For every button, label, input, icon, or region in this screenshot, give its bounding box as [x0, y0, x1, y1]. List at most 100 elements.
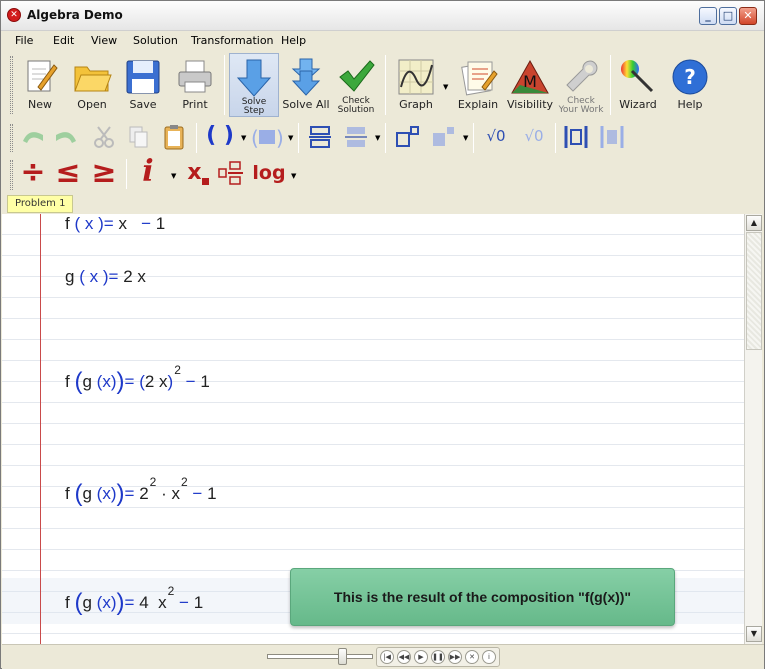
minimize-button[interactable]: _ — [699, 7, 717, 25]
equation-composition-result[interactable]: f (g (x))= 4 x2 − 1 — [65, 584, 203, 617]
log-button[interactable]: log — [250, 158, 288, 188]
redo-button[interactable] — [51, 123, 81, 153]
undo-button[interactable] — [18, 123, 48, 153]
printer-icon — [178, 60, 212, 93]
less-equal-button[interactable]: ≤ — [53, 158, 83, 188]
print-button[interactable]: Print — [171, 53, 219, 117]
speed-slider-thumb[interactable] — [338, 648, 347, 665]
close-button[interactable]: ✕ — [739, 7, 757, 25]
save-button[interactable]: Save — [120, 53, 166, 117]
toolbar-grip[interactable] — [10, 160, 13, 190]
mixed-fraction-icon — [218, 161, 243, 185]
new-button[interactable]: New — [17, 53, 63, 117]
imaginary-unit-button[interactable]: i — [135, 157, 161, 187]
check-your-work-button[interactable]: Check Your Work — [557, 53, 605, 117]
exponent-button[interactable] — [392, 123, 422, 153]
first-step-icon[interactable]: |◀ — [380, 650, 394, 664]
absolute-value-alt-icon — [600, 126, 624, 148]
subscript-button[interactable] — [428, 123, 458, 153]
wizard-button[interactable]: Wizard — [614, 53, 662, 117]
copy-button[interactable] — [123, 123, 153, 153]
equation-f-definition[interactable]: f ( x )= x − 1 — [65, 214, 165, 234]
math-toolbar: ÷ ≤ ≥ i ▼ x log ▼ — [1, 156, 301, 194]
print-label: Print — [182, 98, 208, 111]
abs-button[interactable] — [561, 123, 591, 153]
explain-label: Explain — [457, 98, 499, 111]
graph-icon — [398, 59, 434, 95]
paste-button[interactable] — [159, 123, 189, 153]
menu-transformation[interactable]: Transformation — [191, 34, 274, 47]
graph-button[interactable]: Graph — [390, 53, 442, 117]
fraction-alt-icon — [345, 127, 367, 147]
cut-button[interactable] — [89, 123, 119, 153]
menu-file[interactable]: File — [15, 34, 33, 47]
play-icon[interactable]: ▶ — [414, 650, 428, 664]
svg-text:): ) — [276, 126, 284, 150]
open-label: Open — [77, 98, 107, 111]
fraction-button[interactable] — [305, 123, 335, 153]
info-icon[interactable]: i — [482, 650, 496, 664]
log-dropdown-arrow[interactable]: ▼ — [291, 172, 296, 180]
parentheses-button[interactable]: ( ) — [202, 123, 238, 153]
parentheses-dropdown-arrow[interactable]: ▼ — [241, 134, 246, 142]
fraction-alt-button[interactable] — [341, 123, 371, 153]
bracket-dropdown-arrow[interactable]: ▼ — [288, 134, 293, 142]
bracket-box-button[interactable]: () — [248, 123, 286, 153]
equation-composition-step1[interactable]: f (g (x))= (2 x)2 − 1 — [65, 363, 210, 396]
solve-step-button[interactable]: Solve Step — [229, 53, 279, 117]
playback-controls: |◀ ◀◀ ▶ ❚❚ ▶▶ ✕ i — [376, 647, 500, 667]
main-toolbar: New Open Save Print Solve Step Solve All … — [1, 51, 764, 121]
stop-icon[interactable]: ✕ — [465, 650, 479, 664]
help-button[interactable]: ? Help — [666, 53, 714, 117]
mixed-fraction-button[interactable] — [217, 160, 245, 190]
divide-button[interactable]: ÷ — [18, 158, 48, 188]
undo-arrow-icon — [23, 132, 43, 143]
open-button[interactable]: Open — [68, 53, 116, 117]
equation-composition-step2[interactable]: f (g (x))= 22 · x2 − 1 — [65, 475, 217, 508]
separator — [610, 55, 611, 115]
redo-arrow-icon — [56, 132, 76, 143]
scroll-thumb[interactable] — [746, 232, 762, 350]
subscript-var-button[interactable]: x — [183, 158, 213, 188]
exponent-dropdown-arrow[interactable]: ▼ — [463, 134, 468, 142]
fraction-dropdown-arrow[interactable]: ▼ — [375, 134, 380, 142]
new-document-icon — [27, 60, 58, 92]
speed-slider-track[interactable] — [267, 654, 373, 659]
vertical-scrollbar[interactable]: ▲ ▼ — [744, 214, 762, 644]
separator — [385, 123, 386, 153]
scroll-up-arrow[interactable]: ▲ — [746, 215, 762, 231]
window-title: Algebra Demo — [27, 8, 123, 22]
equation-g-definition[interactable]: g ( x )= 2 x — [65, 267, 146, 287]
scroll-down-arrow[interactable]: ▼ — [746, 626, 762, 642]
solve-all-button[interactable]: Solve All — [282, 53, 330, 117]
margin-line — [40, 214, 41, 644]
menu-help[interactable]: Help — [281, 34, 306, 47]
visibility-label: Visibility — [506, 98, 554, 111]
bracket-box-icon: () — [251, 126, 284, 150]
toolbar-grip[interactable] — [10, 124, 13, 152]
menu-view[interactable]: View — [91, 34, 117, 47]
visibility-button[interactable]: M Visibility — [505, 53, 555, 117]
tab-problem-1[interactable]: Problem 1 — [7, 195, 74, 213]
exponent-icon — [396, 126, 419, 147]
menu-solution[interactable]: Solution — [133, 34, 178, 47]
toolbar-grip[interactable] — [10, 56, 13, 114]
previous-step-icon[interactable]: ◀◀ — [397, 650, 411, 664]
imaginary-dropdown-arrow[interactable]: ▼ — [171, 172, 176, 180]
graph-dropdown-arrow[interactable]: ▼ — [443, 83, 448, 91]
scissors-icon — [94, 126, 114, 148]
explain-button[interactable]: Explain — [453, 53, 503, 117]
wizard-label: Wizard — [619, 98, 657, 111]
maximize-button[interactable]: □ — [719, 7, 737, 25]
abs-alt-button[interactable] — [597, 123, 627, 153]
menu-edit[interactable]: Edit — [53, 34, 74, 47]
title-bar: ✕ Algebra Demo _ □ ✕ — [1, 1, 764, 31]
sqrt-button[interactable]: √0 — [479, 127, 513, 157]
check-your-work-label: Check Your Work — [558, 96, 604, 115]
next-step-icon[interactable]: ▶▶ — [448, 650, 462, 664]
absolute-value-icon — [564, 126, 588, 148]
sqrt-alt-button[interactable]: √0 — [517, 127, 551, 157]
check-solution-button[interactable]: Check Solution — [332, 53, 380, 117]
pause-icon[interactable]: ❚❚ — [431, 650, 445, 664]
greater-equal-button[interactable]: ≥ — [89, 158, 119, 188]
